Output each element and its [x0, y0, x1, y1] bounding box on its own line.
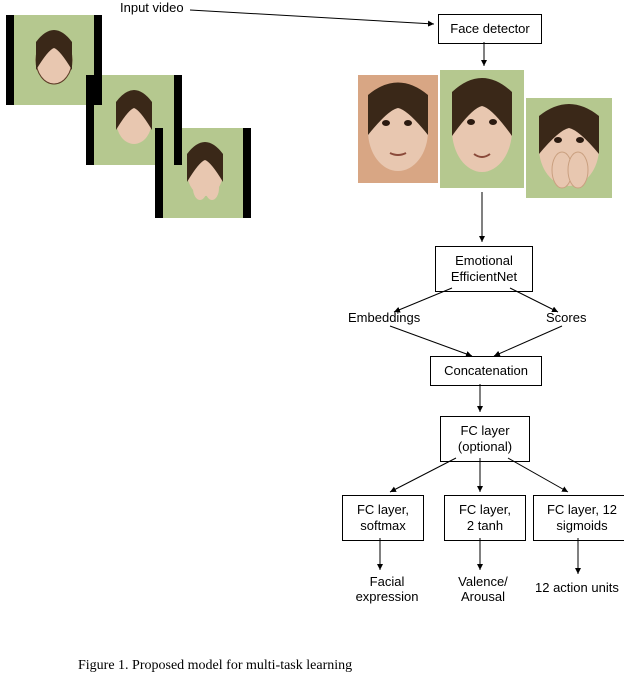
figure-caption: Figure 1. Proposed model for multi-task …: [78, 658, 352, 674]
crop-face-1: [358, 75, 438, 183]
face-detector-box: Face detector: [438, 14, 542, 44]
crop-face-2: [440, 70, 524, 188]
crop-face-3: [526, 98, 612, 198]
facial-expression-output: Facial expression: [350, 574, 424, 604]
scores-label: Scores: [546, 310, 586, 325]
fc-sigmoid-box: FC layer, 12 sigmoids: [533, 495, 624, 541]
input-video-label: Input video: [120, 0, 184, 15]
embeddings-label: Embeddings: [348, 310, 420, 325]
input-frame-3: [155, 128, 251, 218]
action-units-output: 12 action units: [535, 580, 619, 595]
fc-softmax-box: FC layer, softmax: [342, 495, 424, 541]
valence-arousal-output: Valence/ Arousal: [453, 574, 513, 604]
fc-optional-box: FC layer (optional): [440, 416, 530, 462]
emotional-efficientnet-box: Emotional EfficientNet: [435, 246, 533, 292]
fc-tanh-box: FC layer, 2 tanh: [444, 495, 526, 541]
concatenation-box: Concatenation: [430, 356, 542, 386]
